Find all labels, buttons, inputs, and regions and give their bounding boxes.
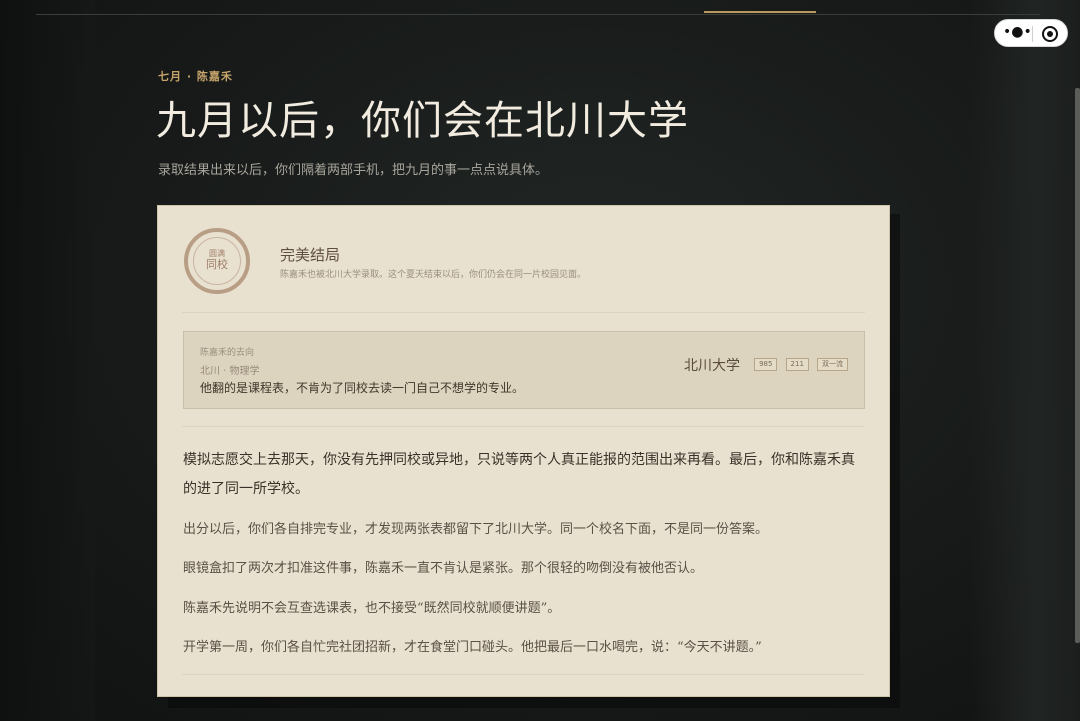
left-backdrop xyxy=(0,0,95,721)
ending-card: 圆满 同校 完美结局 陈嘉禾也被北川大学录取。这个夏天结束以后，你们仍会在同一片… xyxy=(157,205,890,697)
ending-seal-badge: 圆满 同校 xyxy=(184,228,250,294)
tag-211: 211 xyxy=(785,358,809,371)
divider-bottom xyxy=(182,674,865,675)
tab-9[interactable] xyxy=(926,0,956,12)
divider-top xyxy=(182,312,865,313)
story-lead-paragraph: 模拟志愿交上去那天，你没有先押同校或异地，只说等两个人真正能报的范围出来再看。最… xyxy=(183,452,855,497)
story-paragraph-1: 出分以后，你们各自排完专业，才发现两张表都留下了北川大学。同一个校名下面，不是同… xyxy=(183,522,769,537)
tag-double-first-class: 双一流 xyxy=(817,358,848,371)
destination-quote: 他翻的是课程表，不肯为了同校去读一门自己不想学的专业。 xyxy=(200,381,525,395)
tag-985: 985 xyxy=(754,358,778,371)
miniprogram-capsule: •●• xyxy=(994,19,1068,47)
destination-label: 陈嘉禾的去向 xyxy=(200,348,255,358)
seal-inner-ring: 圆满 同校 xyxy=(193,237,241,285)
divider-middle xyxy=(182,426,865,427)
more-dots-icon[interactable]: •●• xyxy=(1003,25,1032,40)
tab-6[interactable] xyxy=(592,0,612,12)
active-tab-indicator xyxy=(704,11,816,13)
story-paragraph-2: 眼镜盒扣了两次才扣准这件事，陈嘉禾一直不肯认是紧张。那个很轻的吻倒没有被他否认。 xyxy=(183,561,704,576)
page: •●• 七月 · 陈嘉禾 九月以后，你们会在北川大学 录取结果出来以后，你们隔着… xyxy=(0,0,1080,721)
story-paragraph-4: 开学第一周，你们各自忙完社团招新，才在食堂门口碰头。他把最后一口水喝完，说：“今… xyxy=(183,640,762,655)
ending-title: 完美结局 xyxy=(280,246,341,264)
page-subtitle: 录取结果出来以后，你们隔着两部手机，把九月的事一点点说具体。 xyxy=(158,163,549,178)
scrollbar[interactable] xyxy=(1075,88,1080,643)
tab-3[interactable] xyxy=(258,0,288,12)
destination-panel: 陈嘉禾的去向 北川 · 物理学 他翻的是课程表，不肯为了同校去读一门自己不想学的… xyxy=(183,331,865,409)
tab-2[interactable] xyxy=(146,0,186,12)
seal-small-text: 圆满 xyxy=(209,249,225,258)
tab-1[interactable] xyxy=(36,0,82,12)
capsule-divider xyxy=(1032,26,1033,42)
school-name: 北川大学 xyxy=(683,357,740,374)
school-block: 北川大学 985 211 双一流 xyxy=(683,354,848,374)
chapter-kicker: 七月 · 陈嘉禾 xyxy=(158,70,233,83)
tab-8[interactable] xyxy=(816,0,856,12)
seal-big-text: 同校 xyxy=(206,258,228,271)
page-title: 九月以后，你们会在北川大学 xyxy=(156,98,689,144)
target-circle-icon[interactable] xyxy=(1042,26,1058,42)
destination-major: 北川 · 物理学 xyxy=(200,366,260,377)
tab-4[interactable] xyxy=(368,0,408,12)
right-backdrop xyxy=(970,0,1080,721)
top-tab-bar xyxy=(36,0,1040,15)
tab-5[interactable] xyxy=(482,0,522,12)
story-paragraph-3: 陈嘉禾先说明不会互查选课表，也不接受“既然同校就顺便讲题”。 xyxy=(183,601,561,616)
ending-description: 陈嘉禾也被北川大学录取。这个夏天结束以后，你们仍会在同一片校园见面。 xyxy=(280,270,587,280)
